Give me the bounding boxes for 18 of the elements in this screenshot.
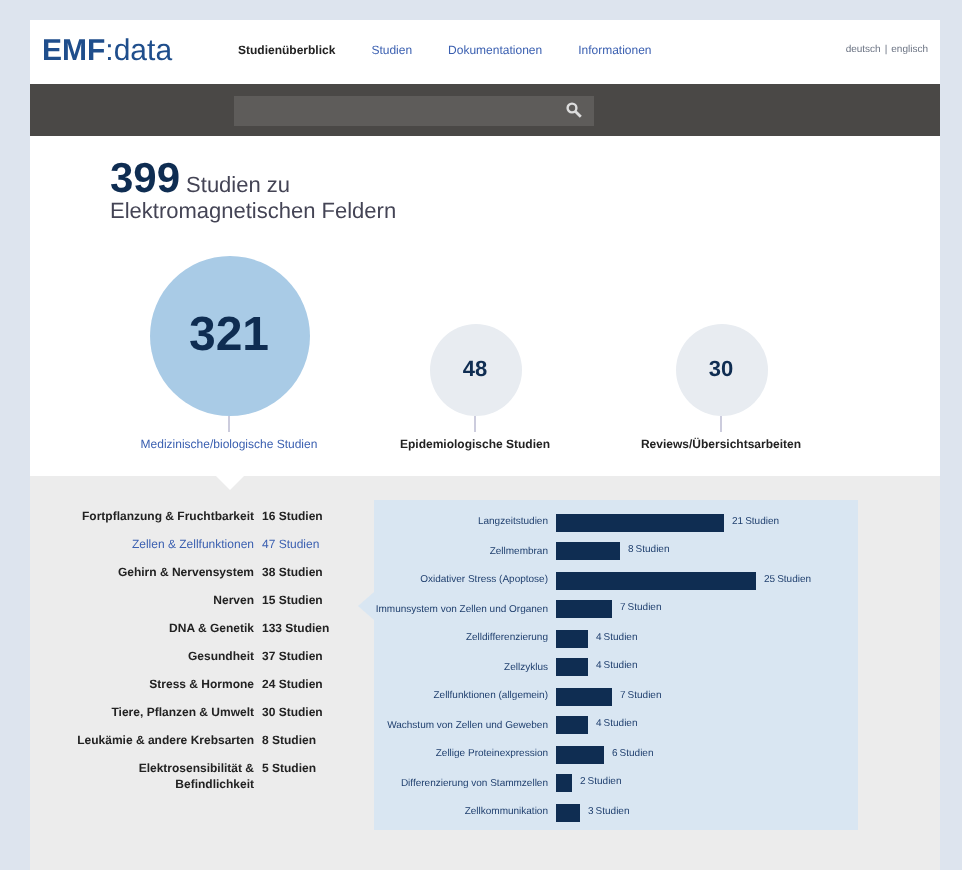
bar bbox=[556, 803, 580, 822]
bar bbox=[556, 687, 612, 706]
bar bbox=[556, 774, 572, 793]
category-bubble[interactable]: 48 bbox=[429, 324, 521, 416]
headline-text: Elektromagnetischen Feldern bbox=[110, 200, 399, 228]
bar bbox=[556, 658, 588, 677]
category-bubble[interactable]: 30 bbox=[675, 324, 767, 416]
bar bbox=[556, 542, 620, 561]
bar bbox=[556, 600, 612, 619]
category-bubble[interactable]: 321 bbox=[149, 256, 309, 416]
bar bbox=[556, 629, 588, 648]
bar bbox=[556, 716, 588, 735]
search-field[interactable] bbox=[234, 95, 594, 125]
bar bbox=[556, 745, 604, 764]
study-count: 399 bbox=[110, 158, 181, 200]
logo[interactable]: EMF:data bbox=[42, 29, 202, 75]
search-icon bbox=[566, 102, 582, 118]
headline-text: Studien zu bbox=[186, 176, 291, 198]
